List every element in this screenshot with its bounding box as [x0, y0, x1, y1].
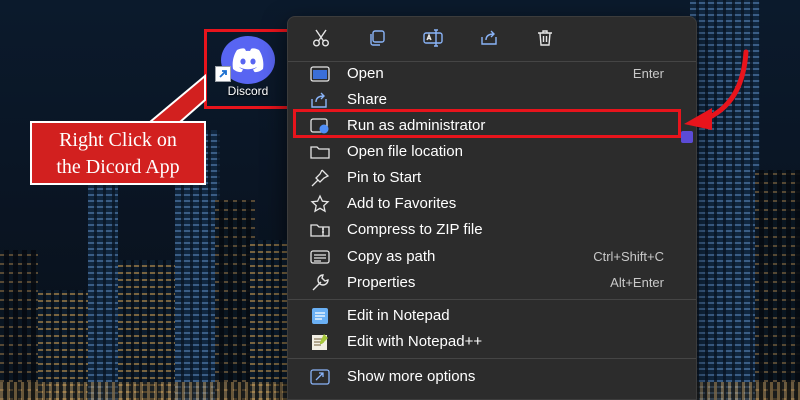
share-icon — [479, 28, 499, 53]
share-quick-button[interactable] — [475, 27, 503, 53]
menu-item-copy-as-path[interactable]: Copy as path Ctrl+Shift+C — [298, 244, 686, 269]
menu-item-pin-to-start[interactable]: Pin to Start — [298, 165, 686, 190]
menu-item-label: Add to Favorites — [347, 195, 457, 212]
menu-item-edit-with-notepadpp[interactable]: Edit with Notepad++ — [298, 329, 686, 354]
menu-item-label: Properties — [347, 274, 416, 291]
menu-item-label: Pin to Start — [347, 169, 422, 186]
zip-folder-icon — [309, 219, 331, 241]
callout-line-1: Right Click on — [59, 129, 177, 151]
trash-icon — [535, 28, 555, 53]
menu-separator — [288, 358, 696, 359]
menu-item-shortcut: Enter — [632, 66, 664, 81]
menu-item-label: Compress to ZIP file — [347, 221, 483, 238]
cut-button[interactable] — [307, 27, 335, 53]
menu-item-compress-to-zip[interactable]: Compress to ZIP file — [298, 217, 686, 242]
wrench-icon — [309, 272, 331, 294]
rename-button[interactable] — [419, 27, 447, 53]
menu-item-open-file-location[interactable]: Open file location — [298, 139, 686, 164]
share-icon — [309, 89, 331, 111]
star-icon — [309, 193, 331, 215]
menu-item-add-to-favorites[interactable]: Add to Favorites — [298, 191, 686, 216]
menu-item-edit-in-notepad[interactable]: Edit in Notepad — [298, 303, 686, 328]
copy-icon — [367, 28, 387, 53]
purple-badge — [681, 131, 693, 143]
menu-item-label: Copy as path — [347, 248, 436, 265]
notepad-icon — [309, 305, 331, 327]
menu-item-label: Open — [347, 65, 384, 82]
quick-actions-bar — [288, 17, 696, 61]
menu-item-properties[interactable]: Properties Alt+Enter — [298, 270, 686, 295]
menu-item-shortcut: Ctrl+Shift+C — [593, 249, 664, 264]
menu-item-label: Share — [347, 91, 388, 108]
highlight-run-as-administrator — [293, 109, 681, 138]
more-options-icon — [309, 366, 331, 388]
annotation-callout: Right Click on the Dicord App — [30, 121, 206, 185]
delete-button[interactable] — [531, 27, 559, 53]
menu-item-label: Edit in Notepad — [347, 307, 450, 324]
discord-desktop-shortcut[interactable]: Discord — [204, 29, 292, 109]
menu-item-label: Open file location — [347, 143, 463, 160]
menu-item-label: Edit with Notepad++ — [347, 333, 483, 350]
menu-separator — [288, 299, 696, 300]
copy-path-icon — [309, 246, 331, 268]
pin-icon — [309, 167, 331, 189]
menu-item-open[interactable]: Open Enter — [298, 61, 686, 86]
callout-line-2: the Dicord App — [56, 156, 180, 178]
menu-item-label: Show more options — [347, 368, 476, 385]
open-app-icon — [309, 63, 331, 85]
context-menu: Open Enter Share Run as administrator Op… — [287, 16, 697, 400]
folder-icon — [309, 141, 331, 163]
notepadpp-icon — [309, 331, 331, 353]
shortcut-arrow-icon — [215, 66, 231, 82]
scissors-icon — [311, 28, 331, 53]
menu-item-shortcut: Alt+Enter — [610, 275, 664, 290]
menu-item-show-more-options[interactable]: Show more options — [298, 364, 686, 389]
rename-icon — [422, 28, 444, 53]
copy-button[interactable] — [363, 27, 391, 53]
discord-icon-label: Discord — [227, 84, 269, 98]
